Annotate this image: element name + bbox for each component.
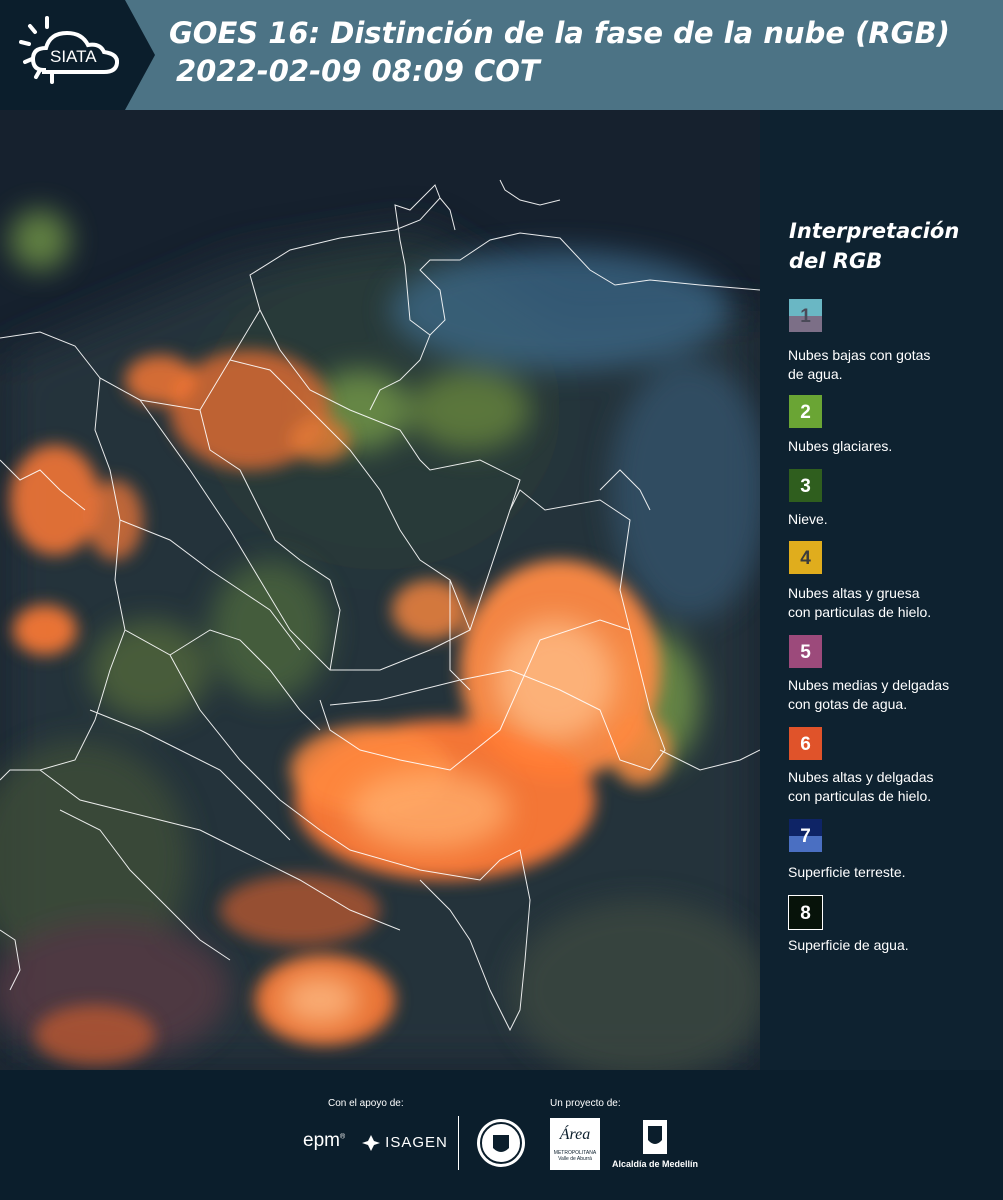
area-metropolitana-logo: Área METROPOLITANA Valle de Aburrá [550, 1118, 600, 1170]
epm-logo-text: epm [303, 1130, 340, 1151]
legend-label-7: Superficie terreste. [788, 863, 993, 882]
satellite-map [0, 110, 760, 1070]
legend-number-6: 6 [800, 734, 811, 755]
legend-number-5: 5 [800, 642, 811, 663]
legend-label-line: Nubes bajas con gotas [788, 347, 931, 363]
legend-number-8: 8 [800, 903, 811, 924]
legend-swatch-1: 1 [788, 298, 823, 333]
legend-label-line: Superficie de agua. [788, 937, 909, 953]
amva-logo-text: Área [559, 1126, 591, 1143]
legend-title: Interpretación del RGB [789, 216, 989, 276]
legend-label-1: Nubes bajas con gotas de agua. [788, 346, 993, 384]
legend-label-line: con particulas de hielo. [788, 604, 932, 620]
page-timestamp: 2022-02-09 08:09 COT [176, 54, 540, 88]
isagen-logo: ISAGEN [362, 1134, 448, 1152]
legend-swatch-5: 5 [788, 634, 823, 669]
legend-label-5: Nubes medias y delgadas con gotas de agu… [788, 676, 993, 714]
legend-number-1: 1 [800, 306, 811, 327]
medellin-crest-icon [640, 1118, 670, 1161]
legend-number-2: 2 [800, 402, 811, 423]
isagen-mark-icon [362, 1135, 380, 1152]
page-title: GOES 16: Distinción de la fase de la nub… [169, 16, 950, 50]
header-bar: SIATA GOES 16: Distinción de la fase de … [0, 0, 1003, 110]
legend-label-line: Nubes altas y gruesa [788, 585, 920, 601]
siata-logo: SIATA [0, 0, 160, 110]
project-label: Un proyecto de: [550, 1098, 621, 1109]
legend-label-line: Nubes altas y delgadas [788, 769, 934, 785]
legend-swatch-8: 8 [788, 895, 823, 930]
legend-number-4: 4 [800, 548, 811, 569]
legend-label-line: Nieve. [788, 511, 828, 527]
legend-label-line: con gotas de agua. [788, 696, 908, 712]
legend-label-8: Superficie de agua. [788, 936, 993, 955]
legend-title-line2: del RGB [789, 249, 883, 273]
legend-label-line: con particulas de hielo. [788, 788, 932, 804]
legend-swatch-7: 7 [788, 818, 823, 853]
amva-logo-sub2: Valle de Aburrá [558, 1156, 592, 1162]
legend-swatch-3: 3 [788, 468, 823, 503]
legend-label-3: Nieve. [788, 510, 993, 529]
epm-logo: epm® [303, 1130, 346, 1151]
legend-label-6: Nubes altas y delgadas con particulas de… [788, 768, 993, 806]
legend-label-2: Nubes glaciares. [788, 437, 993, 456]
legend-label-4: Nubes altas y gruesa con particulas de h… [788, 584, 993, 622]
footer-divider [458, 1116, 459, 1170]
alcaldia-medellin-label: Alcaldía de Medellín [612, 1159, 699, 1169]
footer-bar: Con el apoyo de: Un proyecto de: epm® IS… [0, 1070, 1003, 1200]
legend-panel: Interpretación del RGB 1 Nubes bajas con… [760, 110, 1003, 1070]
legend-title-line1: Interpretación [789, 219, 960, 243]
isagen-logo-text: ISAGEN [385, 1134, 448, 1151]
legend-swatch-6: 6 [788, 726, 823, 761]
support-label: Con el apoyo de: [328, 1098, 404, 1109]
legend-swatch-4: 4 [788, 540, 823, 575]
legend-label-line: Superficie terreste. [788, 864, 906, 880]
legend-label-line: Nubes glaciares. [788, 438, 893, 454]
legend-number-3: 3 [800, 476, 811, 497]
legend-swatch-2: 2 [788, 394, 823, 429]
legend-label-line: de agua. [788, 366, 843, 382]
svg-text:SIATA: SIATA [50, 47, 97, 66]
legend-number-7: 7 [800, 826, 811, 847]
university-seal-logo [476, 1118, 526, 1173]
legend-label-line: Nubes medias y delgadas [788, 677, 950, 693]
